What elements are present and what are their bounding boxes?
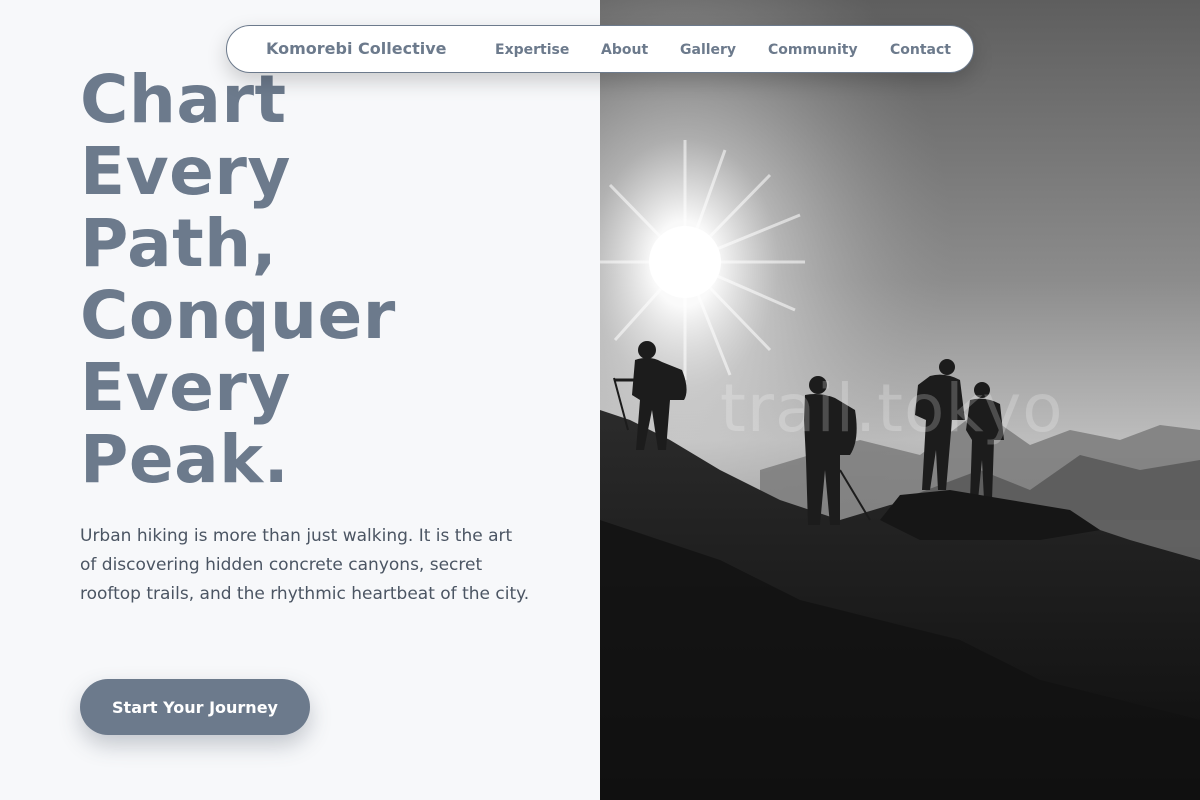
hero-headline: Chart Every Path, Conquer Every Peak.: [80, 64, 560, 496]
nav-link-gallery[interactable]: Gallery: [680, 42, 736, 58]
hero-photo: trail.tokyo: [600, 0, 1200, 800]
headline-line: Path,: [80, 205, 278, 282]
brand-logo-text[interactable]: Komorebi Collective: [266, 39, 446, 58]
nav-link-contact[interactable]: Contact: [890, 42, 951, 58]
nav-link-about[interactable]: About: [601, 42, 648, 58]
top-navigation: Komorebi Collective Expertise About Gall…: [226, 25, 974, 73]
start-journey-button[interactable]: Start Your Journey: [80, 679, 310, 735]
headline-line: Chart: [80, 61, 287, 138]
headline-line: Peak.: [80, 421, 290, 498]
nav-link-expertise[interactable]: Expertise: [495, 42, 569, 58]
nav-link-community[interactable]: Community: [768, 42, 858, 58]
hero-intro-text: Urban hiking is more than just walking. …: [80, 526, 530, 604]
headline-line: Conquer: [80, 277, 396, 354]
headline-line: Every: [80, 133, 291, 210]
watermark-text: trail.tokyo: [720, 370, 1064, 447]
headline-line: Every: [80, 349, 291, 426]
hero-section: Chart Every Path, Conquer Every Peak. Ur…: [0, 0, 600, 800]
